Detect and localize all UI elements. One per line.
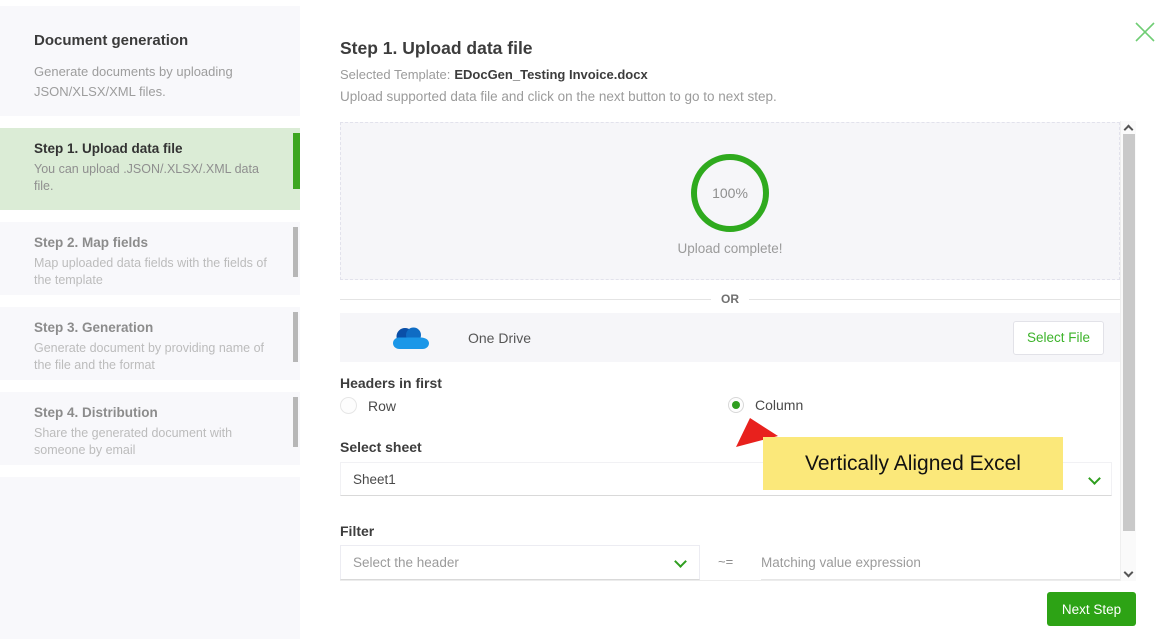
or-divider: OR — [340, 291, 1120, 307]
upload-instruction: Upload supported data file and click on … — [340, 89, 777, 104]
step-indicator-bar — [293, 312, 298, 362]
active-step-indicator-bar — [293, 133, 300, 189]
filter-operator: ~= — [718, 554, 733, 569]
or-divider-label: OR — [721, 292, 739, 306]
step-title: Step 1. Upload data file — [34, 141, 260, 156]
select-sheet-label: Select sheet — [340, 439, 422, 455]
step-title: Step 2. Map fields — [34, 235, 260, 250]
onedrive-icon — [393, 326, 429, 350]
step-title: Step 4. Distribution — [34, 405, 260, 420]
step-description: You can upload .JSON/.XLSX/.XML data fil… — [34, 161, 272, 195]
selected-template-label: Selected Template: — [340, 67, 450, 82]
onedrive-source-row: One Drive Select File — [340, 313, 1120, 362]
step-description: Map uploaded data fields with the fields… — [34, 255, 272, 289]
divider-line — [749, 299, 1120, 300]
headers-in-first-label: Headers in first — [340, 375, 442, 391]
filter-row: Select the header ~= Matching value expr… — [340, 545, 1120, 580]
sidebar-item-step1-upload[interactable]: Step 1. Upload data file You can upload … — [0, 128, 300, 210]
filter-label: Filter — [340, 523, 374, 539]
scrollbar[interactable] — [1120, 121, 1136, 581]
chevron-down-icon — [1088, 472, 1101, 485]
filter-header-dropdown[interactable]: Select the header — [340, 545, 700, 580]
scroll-down-arrow-icon[interactable] — [1124, 568, 1134, 578]
close-icon[interactable] — [1130, 17, 1160, 47]
sheet-select-value: Sheet1 — [353, 472, 396, 487]
upload-status-text: Upload complete! — [341, 241, 1119, 256]
annotation-highlight: Vertically Aligned Excel — [763, 437, 1063, 490]
radio-selected-icon[interactable] — [728, 397, 744, 413]
upload-step-content: 100% Upload complete! OR One Drive Selec… — [340, 121, 1120, 581]
file-dropzone[interactable]: 100% Upload complete! — [340, 122, 1120, 280]
matching-value-input[interactable]: Matching value expression — [761, 545, 1120, 580]
filter-header-placeholder: Select the header — [353, 555, 459, 570]
radio-option-row[interactable]: Row — [340, 397, 396, 414]
sidebar: Document generation Generate documents b… — [0, 0, 300, 639]
matching-value-placeholder: Matching value expression — [761, 555, 921, 570]
divider-line — [340, 299, 711, 300]
page-title: Step 1. Upload data file — [340, 38, 533, 59]
upload-progress-percent: 100% — [712, 185, 748, 201]
sidebar-item-step4-distribution[interactable]: Step 4. Distribution Share the generated… — [0, 392, 300, 465]
scrollbar-thumb[interactable] — [1123, 134, 1135, 531]
annotation-text: Vertically Aligned Excel — [805, 452, 1021, 476]
select-file-button[interactable]: Select File — [1013, 321, 1104, 355]
chevron-down-icon — [674, 555, 687, 568]
radio-unselected-icon[interactable] — [340, 397, 357, 414]
step-description: Share the generated document with someon… — [34, 425, 272, 459]
sidebar-header: Document generation Generate documents b… — [0, 6, 300, 116]
step-description: Generate document by providing name of t… — [34, 340, 272, 374]
sidebar-item-step3-generation[interactable]: Step 3. Generation Generate document by … — [0, 307, 300, 380]
selected-template-line: Selected Template: EDocGen_Testing Invoic… — [340, 67, 648, 82]
radio-option-column[interactable]: Column — [728, 397, 803, 413]
sidebar-subtitle: Generate documents by uploading JSON/XLS… — [34, 62, 266, 102]
radio-selected-dot — [732, 401, 740, 409]
sidebar-title: Document generation — [34, 32, 270, 49]
document-generation-dialog: Document generation Generate documents b… — [0, 0, 1169, 639]
radio-label: Row — [368, 398, 396, 414]
sidebar-item-step2-map-fields[interactable]: Step 2. Map fields Map uploaded data fie… — [0, 222, 300, 295]
step-title: Step 3. Generation — [34, 320, 260, 335]
scroll-up-arrow-icon[interactable] — [1124, 125, 1134, 135]
upload-progress-ring: 100% — [691, 154, 769, 232]
onedrive-label: One Drive — [468, 330, 531, 346]
step-indicator-bar — [293, 397, 298, 447]
step-indicator-bar — [293, 227, 298, 277]
selected-template-value: EDocGen_Testing Invoice.docx — [454, 67, 647, 82]
sidebar-filler — [0, 477, 300, 639]
next-step-button[interactable]: Next Step — [1047, 592, 1136, 626]
radio-label: Column — [755, 397, 803, 413]
